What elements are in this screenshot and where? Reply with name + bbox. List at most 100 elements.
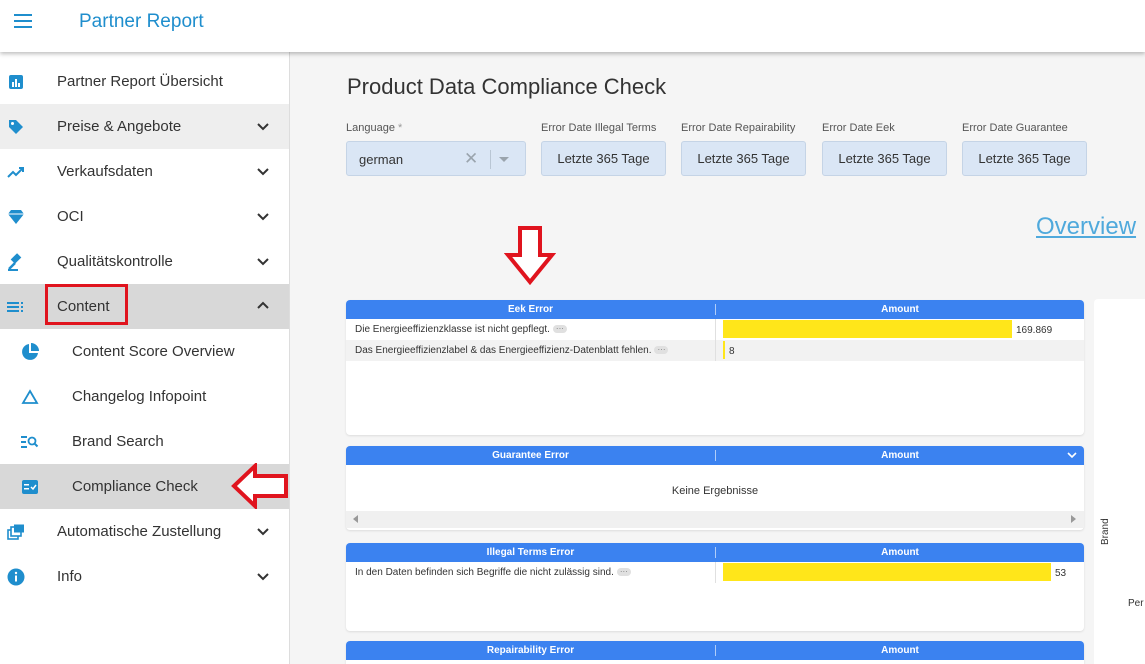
- app-title: Partner Report: [79, 11, 204, 32]
- sidebar-item-automatische-zustellung[interactable]: Automatische Zustellung: [0, 509, 289, 554]
- illegal-terms-date-button[interactable]: Letzte 365 Tage: [541, 141, 666, 176]
- sidebar-item-info[interactable]: Info: [0, 554, 289, 599]
- tag-icon: [6, 117, 26, 137]
- scroll-left-icon[interactable]: [353, 515, 358, 523]
- horizontal-scrollbar[interactable]: [346, 511, 1084, 528]
- illegal-terms-date-label: Error Date Illegal Terms: [541, 122, 657, 134]
- menu-icon[interactable]: [14, 14, 32, 28]
- more-icon[interactable]: ···: [654, 346, 669, 355]
- more-icon[interactable]: ···: [616, 568, 631, 577]
- column-header-amount[interactable]: Amount: [716, 547, 1084, 558]
- diamond-icon: [6, 207, 26, 227]
- illegal-terms-error-table: Illegal Terms Error Amount In den Daten …: [346, 543, 1084, 631]
- table-header: Guarantee Error Amount: [346, 446, 1084, 465]
- sidebar-item-label: Automatische Zustellung: [57, 523, 222, 540]
- eek-error-table: Eek Error Amount Die Energieeffizienzkla…: [346, 300, 1084, 435]
- more-icon[interactable]: ···: [552, 325, 567, 334]
- empty-state-text: Keine Ergebnisse: [671, 485, 759, 497]
- column-header-error[interactable]: Illegal Terms Error: [346, 547, 715, 558]
- guarantee-error-table: Guarantee Error Amount Keine Ergebnisse: [346, 446, 1084, 530]
- amount-bar: [723, 320, 1012, 338]
- column-header-amount[interactable]: Amount: [716, 645, 1084, 656]
- sidebar-item-content-score-overview[interactable]: Content Score Overview: [0, 329, 289, 374]
- select-divider: [490, 150, 491, 169]
- language-select[interactable]: german ✕: [346, 141, 526, 176]
- info-icon: [6, 567, 26, 587]
- table-header: Eek Error Amount: [346, 300, 1084, 319]
- chevron-up-icon: [257, 301, 269, 309]
- guarantee-date-button[interactable]: Letzte 365 Tage: [962, 141, 1087, 176]
- chevron-down-icon: [257, 258, 269, 266]
- sidebar-item-label: Partner Report Übersicht: [57, 73, 223, 90]
- repairability-error-table: Repairability Error Amount: [346, 641, 1084, 664]
- chevron-down-icon: [257, 213, 269, 221]
- list-icon: [6, 297, 26, 317]
- page-title: Product Data Compliance Check: [347, 74, 667, 99]
- sidebar-item-label: Compliance Check: [72, 478, 198, 495]
- column-header-error[interactable]: Repairability Error: [346, 645, 715, 656]
- sidebar-item-oci[interactable]: OCI: [0, 194, 289, 239]
- amount-value: 169.869: [1016, 325, 1053, 336]
- table-header: Illegal Terms Error Amount: [346, 543, 1084, 562]
- highlight-box: [45, 284, 128, 325]
- chevron-down-icon: [257, 573, 269, 581]
- eek-date-label: Error Date Eek: [822, 122, 895, 134]
- chevron-down-icon: [257, 528, 269, 536]
- row-text: In den Daten befinden sich Begriffe die …: [355, 567, 631, 578]
- triangle-icon: [20, 387, 40, 407]
- sidebar-item-changelog-infopoint[interactable]: Changelog Infopoint: [0, 374, 289, 419]
- scroll-right-icon[interactable]: [1071, 515, 1076, 523]
- sidebar: Partner Report Übersicht Preise & Angebo…: [0, 52, 290, 664]
- repairability-date-button[interactable]: Letzte 365 Tage: [681, 141, 806, 176]
- checklist-icon: [20, 477, 40, 497]
- table-row[interactable]: Das Energieeffizienzlabel & das Energiee…: [346, 340, 1084, 361]
- language-value: german: [359, 152, 404, 167]
- chevron-down-icon[interactable]: [1066, 449, 1078, 461]
- cell-divider: [715, 562, 716, 583]
- chevron-down-icon[interactable]: [499, 157, 509, 162]
- gavel-icon: [6, 252, 26, 272]
- table-row[interactable]: Die Energieeffizienzklasse ist nicht gep…: [346, 319, 1084, 340]
- amount-bar: [723, 563, 1051, 581]
- language-label: Language *: [346, 122, 403, 134]
- column-header-amount[interactable]: Amount: [716, 450, 1084, 461]
- sidebar-item-label: Content Score Overview: [72, 343, 235, 360]
- brand-chart-panel: [1094, 299, 1145, 664]
- row-text: Das Energieeffizienzlabel & das Energiee…: [355, 345, 669, 356]
- sidebar-item-label: Info: [57, 568, 83, 585]
- sidebar-item-label: Preise & Angebote: [57, 118, 182, 135]
- sidebar-item-partner-report-uebersicht[interactable]: Partner Report Übersicht: [0, 59, 289, 104]
- table-header: Repairability Error Amount: [346, 641, 1084, 660]
- list-search-icon: [20, 432, 40, 452]
- amount-value: 8: [729, 346, 735, 357]
- sidebar-item-brand-search[interactable]: Brand Search: [0, 419, 289, 464]
- sidebar-item-label: Qualitätskontrolle: [57, 253, 173, 270]
- eek-date-button[interactable]: Letzte 365 Tage: [822, 141, 947, 176]
- arrow-left-icon: [231, 463, 288, 509]
- table-row[interactable]: In den Daten befinden sich Begriffe die …: [346, 562, 1084, 583]
- column-header-error[interactable]: Guarantee Error: [346, 450, 715, 461]
- amount-value: 53: [1055, 568, 1067, 579]
- guarantee-date-label: Error Date Guarantee: [962, 122, 1068, 134]
- cell-divider: [715, 319, 716, 340]
- bar-chart-icon: [6, 72, 26, 92]
- column-header-error[interactable]: Eek Error: [346, 304, 715, 315]
- column-header-amount[interactable]: Amount: [716, 304, 1084, 315]
- top-app-bar: Partner Report: [0, 0, 1145, 52]
- overview-link[interactable]: Overview: [1036, 213, 1136, 241]
- sidebar-item-label: Brand Search: [72, 433, 164, 450]
- chart-axis-label: Brand: [1100, 518, 1111, 545]
- amount-bar: [723, 341, 725, 359]
- cell-divider: [715, 340, 716, 361]
- sidebar-item-preise-angebote[interactable]: Preise & Angebote: [0, 104, 289, 149]
- sidebar-item-qualitaetskontrolle[interactable]: Qualitätskontrolle: [0, 239, 289, 284]
- row-text: Die Energieeffizienzklasse ist nicht gep…: [355, 324, 567, 335]
- trending-up-icon: [6, 162, 26, 182]
- chevron-down-icon: [257, 168, 269, 176]
- repairability-date-label: Error Date Repairability: [681, 122, 796, 134]
- sidebar-item-content[interactable]: Content: [0, 284, 289, 329]
- chart-partial-label: Per: [1128, 598, 1144, 609]
- clear-icon[interactable]: ✕: [464, 149, 478, 169]
- chevron-down-icon: [257, 123, 269, 131]
- sidebar-item-verkaufsdaten[interactable]: Verkaufsdaten: [0, 149, 289, 194]
